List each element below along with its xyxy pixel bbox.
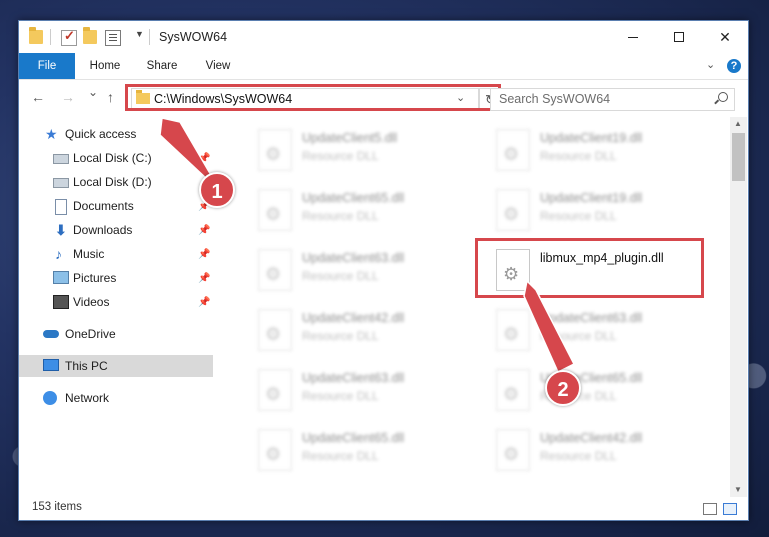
callout-2: 2 xyxy=(545,370,581,406)
callout-1: 1 xyxy=(199,172,235,208)
arrow-2 xyxy=(523,279,576,374)
annotation-arrows xyxy=(159,117,576,374)
